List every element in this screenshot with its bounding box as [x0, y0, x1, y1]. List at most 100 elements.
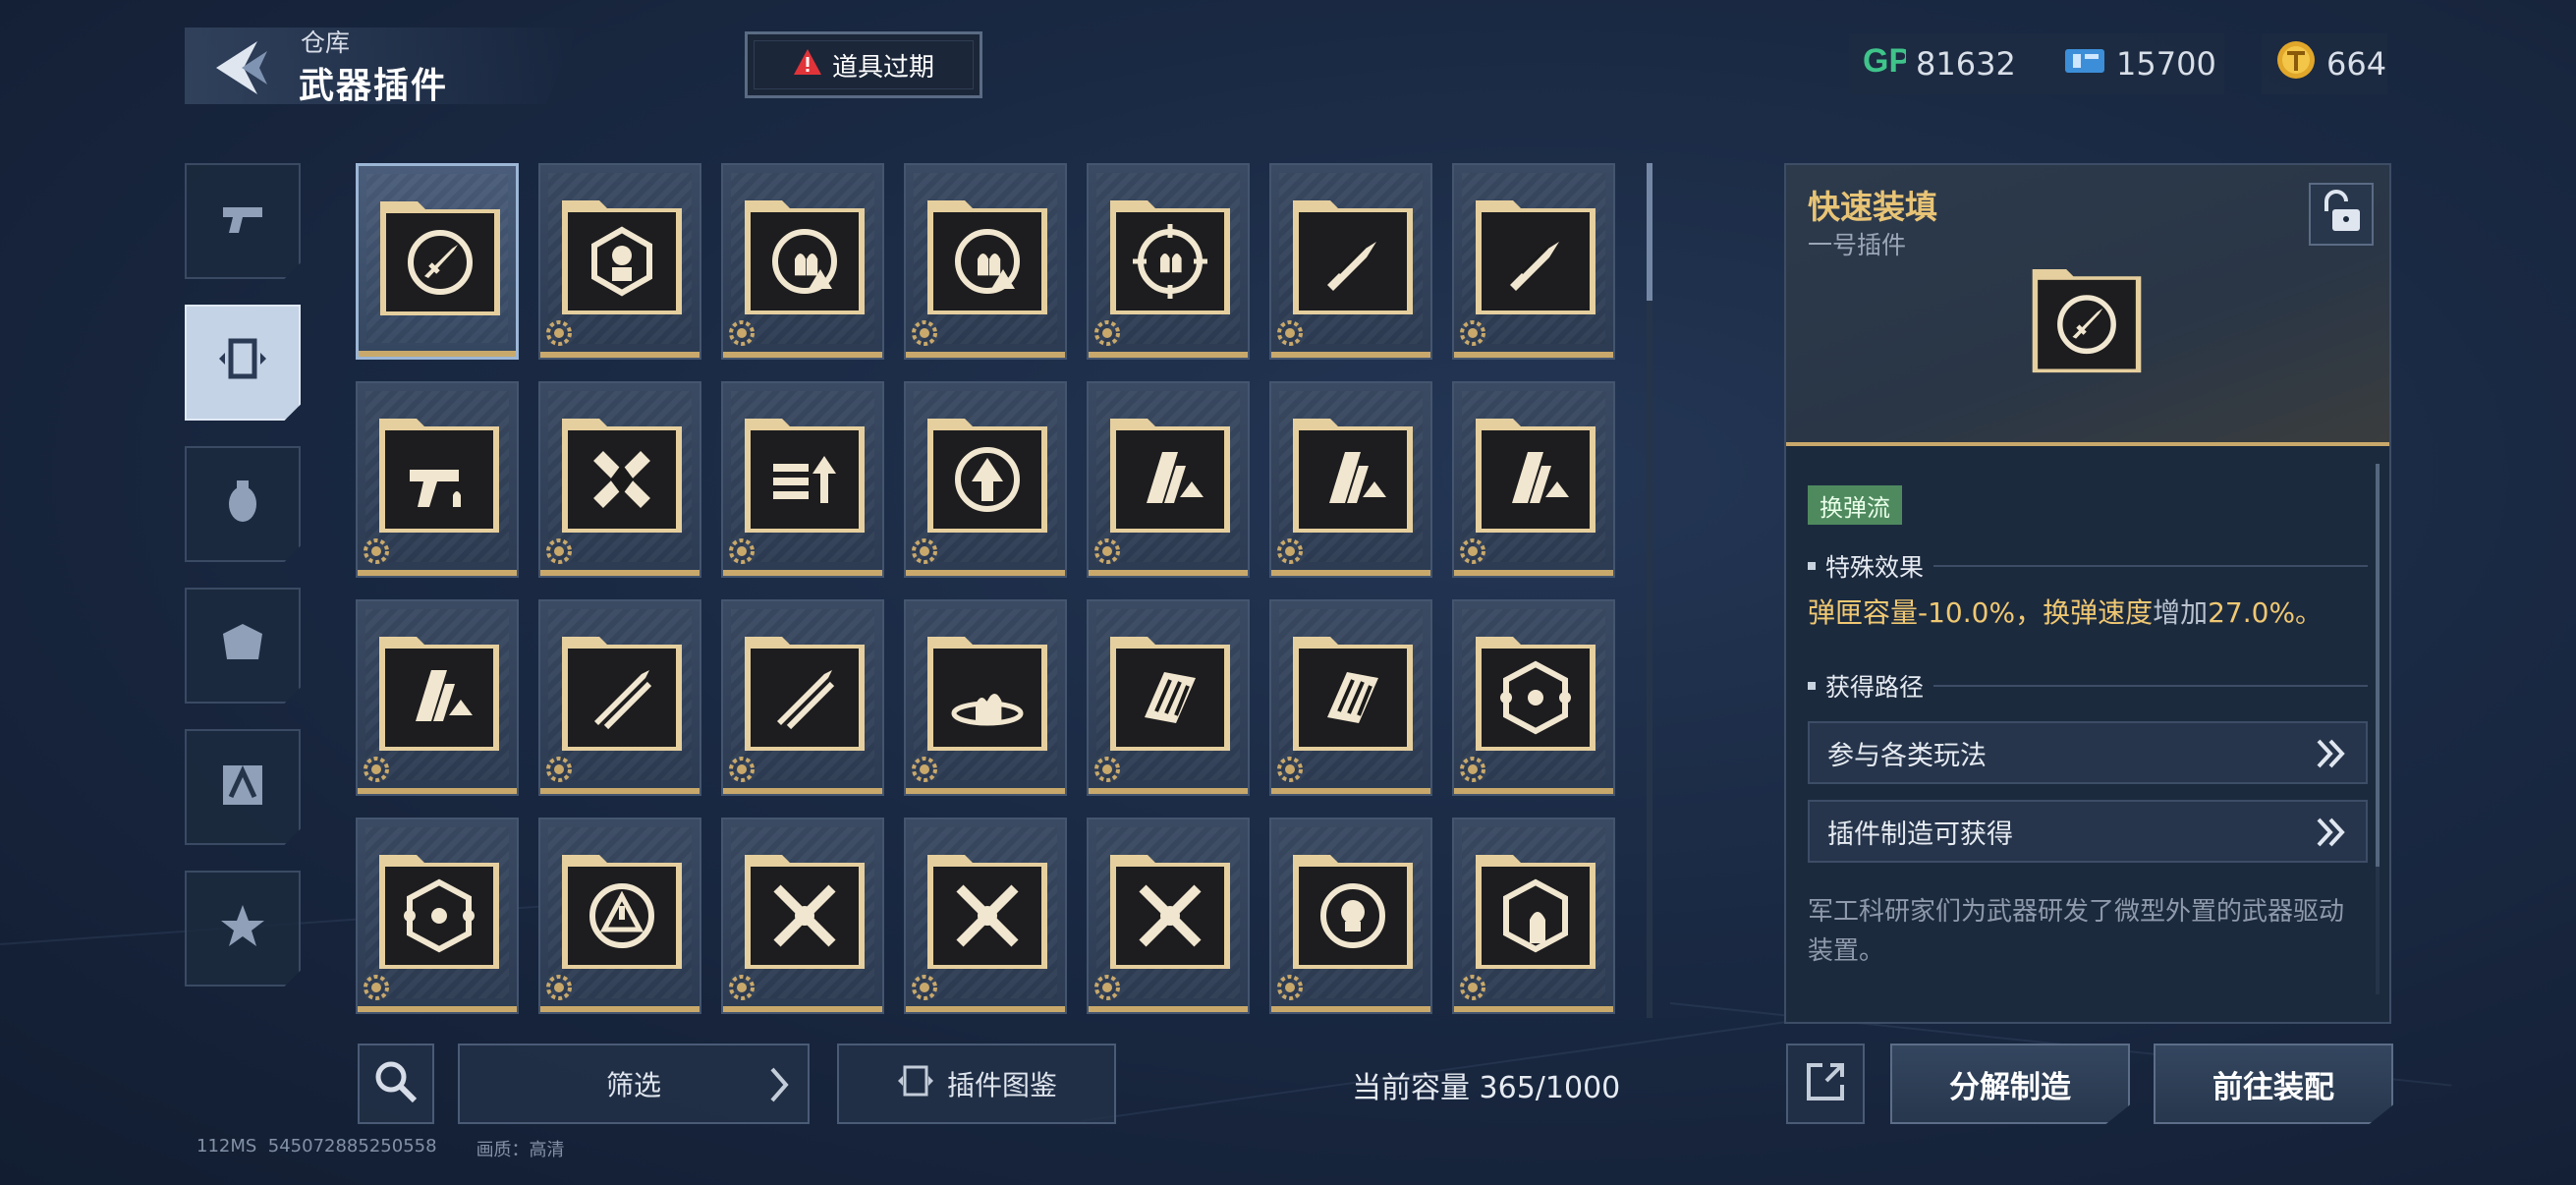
twin-bullets-icon	[1279, 179, 1427, 330]
plugin-slot[interactable]	[1087, 818, 1250, 1014]
plugin-slot[interactable]	[904, 381, 1067, 578]
lock-toggle-button[interactable]	[2309, 183, 2374, 246]
source-crafting-button[interactable]: 插件制造可获得	[1808, 800, 2368, 863]
mag-up-icon	[365, 615, 513, 766]
gear-badge-icon	[1458, 973, 1487, 1002]
armor-icon	[213, 614, 272, 677]
back-arrow-icon[interactable]	[208, 37, 273, 98]
svg-text:GP: GP	[1863, 42, 1906, 80]
mag-up-icon	[1096, 397, 1244, 548]
orbit-bullets-icon	[914, 615, 1061, 766]
plugin-slot[interactable]	[1452, 163, 1615, 360]
nav-tab-plugin[interactable]	[185, 305, 301, 421]
share-button[interactable]	[1786, 1044, 1865, 1124]
source-gameplay-button[interactable]: 参与各类玩法	[1808, 721, 2368, 784]
ticket-currency: 15700	[2049, 33, 2224, 94]
chevron-right-icon	[766, 1065, 792, 1111]
plugin-slot[interactable]	[356, 163, 519, 360]
filter-button[interactable]: 筛选	[458, 1044, 810, 1124]
nav-tab-pistol[interactable]	[185, 163, 301, 279]
cross-bullets-icon	[548, 615, 696, 766]
gear-badge-icon	[1092, 318, 1122, 348]
detail-divider	[1786, 442, 2389, 446]
equip-button[interactable]: 前往装配	[2154, 1044, 2393, 1124]
gear-badge-icon	[1092, 973, 1122, 1002]
effect-section-heading: 特殊效果	[1808, 548, 2368, 584]
plugin-slot[interactable]	[538, 163, 701, 360]
codex-label: 插件图鉴	[946, 1069, 1057, 1101]
plugin-name: 快速装填	[1808, 188, 1937, 226]
plugin-slot[interactable]	[1269, 163, 1432, 360]
plugin-slot[interactable]	[1269, 381, 1432, 578]
build-tag: 换弹流	[1808, 485, 1902, 525]
plugin-slot[interactable]	[538, 381, 701, 578]
plugin-codex-button[interactable]: 插件图鉴	[837, 1044, 1116, 1124]
plugin-slot[interactable]	[1087, 163, 1250, 360]
grid-scroll-thumb[interactable]	[1647, 163, 1652, 301]
target-up-icon	[914, 397, 1061, 548]
nav-tab-star[interactable]	[185, 871, 301, 987]
gear-badge-icon	[544, 755, 574, 784]
plugin-slot[interactable]	[1269, 599, 1432, 796]
nav-tab-armor[interactable]	[185, 588, 301, 704]
plugin-slot[interactable]	[356, 818, 519, 1014]
plugin-slot[interactable]	[904, 818, 1067, 1014]
plugin-slot[interactable]	[904, 163, 1067, 360]
plugin-slot[interactable]	[538, 818, 701, 1014]
tool-icon	[213, 756, 272, 818]
gp-icon: GP	[1863, 40, 1911, 87]
plugin-slot: 一号插件	[1808, 231, 1907, 259]
cross-shield-icon	[548, 397, 696, 548]
gear-badge-icon	[910, 973, 939, 1002]
share-icon	[1801, 1057, 1850, 1110]
page-title: 武器插件	[299, 66, 449, 106]
plugin-slot[interactable]	[1452, 818, 1615, 1014]
twin-bullets-icon	[1462, 179, 1609, 330]
plugin-icon	[213, 331, 272, 394]
gear-badge-icon	[362, 973, 391, 1002]
plugin-slot[interactable]	[721, 163, 884, 360]
plugin-slot[interactable]	[356, 599, 519, 796]
star-icon	[213, 897, 272, 960]
nav-tab-grenade[interactable]	[185, 446, 301, 562]
gear-badge-icon	[1275, 755, 1305, 784]
detail-scroll-thumb[interactable]	[2376, 464, 2380, 867]
plugin-slot[interactable]	[1452, 599, 1615, 796]
hex-bullet-icon	[1462, 833, 1609, 985]
gear-badge-icon	[1275, 318, 1305, 348]
gear-badge-icon	[1458, 755, 1487, 784]
plugin-slot[interactable]	[721, 381, 884, 578]
coin-amount: 664	[2326, 45, 2387, 83]
plugin-slot[interactable]	[1269, 818, 1432, 1014]
gp-currency: GP 81632	[1849, 33, 2049, 94]
breadcrumb: 仓库	[301, 28, 351, 57]
gear-badge-icon	[1092, 755, 1122, 784]
search-button[interactable]	[358, 1044, 434, 1124]
plugin-grid	[356, 163, 1623, 1016]
mag-up-icon	[1462, 397, 1609, 548]
plugin-slot[interactable]	[1452, 381, 1615, 578]
plugin-slot[interactable]	[1087, 381, 1250, 578]
effect-text: 弹匣容量-10.0%，换弹速度增加27.0%。	[1808, 596, 2324, 629]
search-icon	[372, 1058, 420, 1109]
footer-info: 112MS 545072885250558 画质：高清	[196, 1136, 565, 1161]
expired-items-button[interactable]: 道具过期	[745, 31, 982, 98]
gear-badge-icon	[727, 755, 756, 784]
gear-badge-icon	[1275, 973, 1305, 1002]
decompose-button[interactable]: 分解制造	[1890, 1044, 2130, 1124]
capacity-text: 当前容量 365/1000	[1352, 1071, 1621, 1105]
plugin-slot[interactable]	[721, 599, 884, 796]
plugin-slot[interactable]	[1087, 599, 1250, 796]
hex-network-icon	[365, 833, 513, 985]
plugin-slot[interactable]	[904, 599, 1067, 796]
nav-tab-tool[interactable]	[185, 729, 301, 845]
cross-swords-icon	[914, 833, 1061, 985]
gear-badge-icon	[910, 536, 939, 566]
plugin-description: 军工科研家们为武器研发了微型外置的武器驱动装置。	[1808, 897, 2345, 966]
plugin-slot[interactable]	[721, 818, 884, 1014]
target-person-icon	[548, 179, 696, 330]
plugin-slot[interactable]	[538, 599, 701, 796]
double-chevron-icon	[2315, 816, 2348, 856]
mag-up-icon	[1279, 397, 1427, 548]
plugin-slot[interactable]	[356, 381, 519, 578]
